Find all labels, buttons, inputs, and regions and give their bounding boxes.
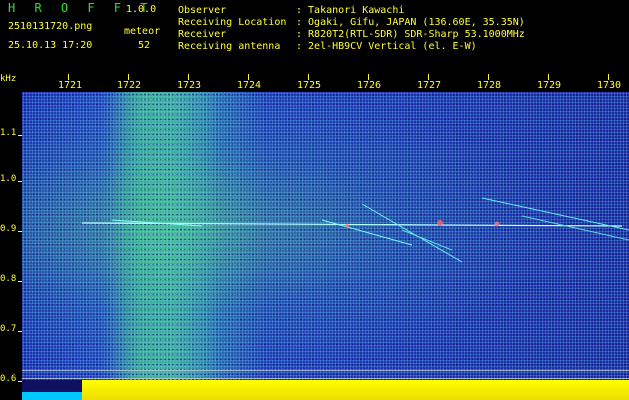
time-tick-label: 1722 bbox=[117, 80, 142, 91]
meteor-head bbox=[437, 220, 443, 226]
timestamp: 25.10.13 17:20 bbox=[8, 40, 93, 51]
meteor-trail bbox=[321, 219, 413, 246]
freq-tick-label: 1.1 bbox=[0, 128, 17, 138]
time-tick-label: 1721 bbox=[58, 80, 83, 91]
meteor-count: 52 bbox=[138, 40, 151, 51]
header-panel: H R O F F T 1.0.0 2510131720.png meteor … bbox=[0, 0, 629, 74]
freq-tick-label: 0.7 bbox=[0, 324, 17, 334]
freq-tick-label: 0.8 bbox=[0, 274, 17, 284]
file-name: 2510131720.png bbox=[8, 21, 93, 32]
meteor-trail bbox=[521, 215, 629, 241]
freq-tick-label: 0.6 bbox=[0, 374, 17, 384]
meteor-head bbox=[494, 221, 500, 227]
freq-tick bbox=[18, 135, 22, 136]
mode-label: meteor bbox=[124, 26, 161, 37]
field-value-observer: : Takanori Kawachi bbox=[296, 5, 405, 16]
time-tick-label: 1728 bbox=[477, 80, 502, 91]
time-tick-label: 1730 bbox=[597, 80, 622, 91]
field-value-receiver: : R820T2(RTL-SDR) SDR-Sharp 53.1000MHz bbox=[296, 29, 525, 40]
field-value-antenna: : 2el-HB9CV Vertical (el. E-W) bbox=[296, 41, 477, 52]
freq-tick bbox=[18, 281, 22, 282]
field-label-location: Receiving Location bbox=[178, 17, 287, 28]
field-value-location: : Ogaki, Gifu, JAPAN (136.60E, 35.35N) bbox=[296, 17, 525, 28]
meteor-trails bbox=[81, 197, 629, 263]
time-tick-label: 1727 bbox=[417, 80, 442, 91]
meteor-head bbox=[345, 224, 349, 228]
time-tick-label: 1723 bbox=[177, 80, 202, 91]
frequency-axis: 1.1 1.0 0.9 0.8 0.7 0.6 bbox=[0, 74, 22, 400]
signal-strength-cyan bbox=[22, 392, 82, 400]
reference-line bbox=[22, 378, 629, 379]
field-label-receiver: Receiver bbox=[178, 29, 227, 40]
time-tick-label: 1729 bbox=[537, 80, 562, 91]
freq-tick bbox=[18, 231, 22, 232]
app-version: 1.0.0 bbox=[126, 4, 157, 15]
freq-tick bbox=[18, 331, 22, 332]
freq-tick-label: 1.0 bbox=[0, 174, 17, 184]
time-tick-label: 1724 bbox=[237, 80, 262, 91]
time-tick-label: 1725 bbox=[297, 80, 322, 91]
field-label-antenna: Receiving antenna bbox=[178, 41, 281, 52]
time-scale: 1721 1722 1723 1724 1725 1726 1727 1728 … bbox=[0, 74, 629, 92]
reference-line bbox=[22, 370, 629, 371]
field-label-observer: Observer bbox=[178, 5, 227, 16]
signal-strength-bar bbox=[82, 380, 629, 400]
freq-tick-label: 0.9 bbox=[0, 224, 17, 234]
frequency-unit: kHz bbox=[0, 74, 17, 84]
meteor-trail bbox=[361, 203, 463, 263]
freq-tick bbox=[18, 181, 22, 182]
time-tick-label: 1726 bbox=[357, 80, 382, 91]
freq-tick bbox=[18, 381, 22, 382]
meteor-trail bbox=[401, 229, 453, 251]
